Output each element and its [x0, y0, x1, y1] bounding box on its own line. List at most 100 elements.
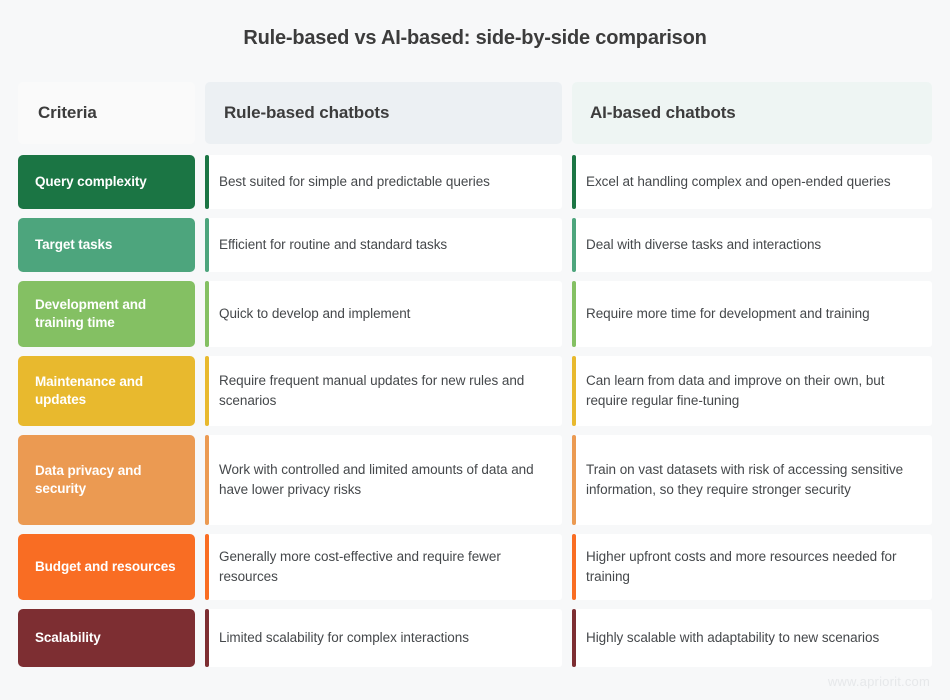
row-accent-bar: [205, 534, 209, 600]
rule-based-text: Quick to develop and implement: [219, 306, 411, 321]
criteria-label: Budget and resources: [18, 534, 195, 600]
column-gap: [195, 218, 205, 272]
rule-based-text: Best suited for simple and predictable q…: [219, 174, 490, 189]
ai-based-cell: Excel at handling complex and open-ended…: [572, 155, 932, 209]
ai-based-text: Require more time for development and tr…: [586, 306, 870, 321]
column-gap: [562, 609, 572, 667]
header-cell-ai-based-wrap: AI-based chatbots: [572, 82, 932, 144]
criteria-label: Development and training time: [18, 281, 195, 347]
ai-based-cell-wrap: Deal with diverse tasks and interactions: [572, 218, 932, 272]
ai-based-cell: Require more time for development and tr…: [572, 281, 932, 347]
row-accent-bar: [205, 218, 209, 272]
column-gap: [195, 356, 205, 426]
column-gap: [562, 534, 572, 600]
rule-based-text: Efficient for routine and standard tasks: [219, 237, 448, 252]
table-header-row: Criteria Rule-based chatbots AI-based ch…: [18, 82, 932, 144]
rule-based-cell: Efficient for routine and standard tasks: [205, 218, 562, 272]
rule-based-cell: Limited scalability for complex interact…: [205, 609, 562, 667]
row-accent-bar: [205, 435, 209, 525]
rule-based-text: Limited scalability for complex interact…: [219, 630, 469, 645]
watermark: www.apriorit.com: [827, 674, 930, 689]
rule-based-cell: Work with controlled and limited amounts…: [205, 435, 562, 525]
table-row: Query complexity Best suited for simple a…: [18, 155, 932, 209]
criteria-cell-wrap: Development and training time: [18, 281, 195, 347]
ai-based-cell: Train on vast datasets with risk of acce…: [572, 435, 932, 525]
row-accent-bar: [205, 281, 209, 347]
ai-based-cell-wrap: Highly scalable with adaptability to new…: [572, 609, 932, 667]
row-accent-bar: [205, 155, 209, 209]
table-row: Scalability Limited scalability for compl…: [18, 609, 932, 667]
column-gap: [562, 218, 572, 272]
header-cell-ai-based: AI-based chatbots: [572, 82, 932, 144]
ai-based-text: Can learn from data and improve on their…: [586, 373, 885, 408]
rule-based-text: Require frequent manual updates for new …: [219, 373, 525, 408]
row-accent-bar: [572, 281, 576, 347]
table-row: Development and training time Quick to de…: [18, 281, 932, 347]
table-body: Query complexity Best suited for simple a…: [18, 155, 932, 667]
ai-based-cell: Higher upfront costs and more resources …: [572, 534, 932, 600]
column-gap: [562, 281, 572, 347]
ai-based-text: Highly scalable with adaptability to new…: [586, 630, 880, 645]
criteria-cell-wrap: Target tasks: [18, 218, 195, 272]
ai-based-text: Excel at handling complex and open-ended…: [586, 174, 891, 189]
criteria-label: Maintenance and updates: [18, 356, 195, 426]
column-gap: [562, 356, 572, 426]
rule-based-cell: Quick to develop and implement: [205, 281, 562, 347]
column-gap: [195, 435, 205, 525]
ai-based-cell-wrap: Train on vast datasets with risk of acce…: [572, 435, 932, 525]
column-gap: [195, 155, 205, 209]
comparison-table: Criteria Rule-based chatbots AI-based ch…: [18, 82, 932, 676]
column-gap: [195, 281, 205, 347]
rule-based-cell-wrap: Efficient for routine and standard tasks: [205, 218, 562, 272]
rule-based-cell-wrap: Best suited for simple and predictable q…: [205, 155, 562, 209]
criteria-cell-wrap: Budget and resources: [18, 534, 195, 600]
rule-based-cell-wrap: Generally more cost-effective and requir…: [205, 534, 562, 600]
rule-based-cell: Best suited for simple and predictable q…: [205, 155, 562, 209]
ai-based-cell: Deal with diverse tasks and interactions: [572, 218, 932, 272]
criteria-label: Query complexity: [18, 155, 195, 209]
rule-based-cell-wrap: Work with controlled and limited amounts…: [205, 435, 562, 525]
ai-based-text: Train on vast datasets with risk of acce…: [586, 462, 904, 497]
header-cell-criteria: Criteria: [18, 82, 195, 144]
ai-based-cell-wrap: Higher upfront costs and more resources …: [572, 534, 932, 600]
ai-based-cell: Highly scalable with adaptability to new…: [572, 609, 932, 667]
criteria-cell-wrap: Query complexity: [18, 155, 195, 209]
ai-based-cell-wrap: Can learn from data and improve on their…: [572, 356, 932, 426]
criteria-cell-wrap: Maintenance and updates: [18, 356, 195, 426]
row-accent-bar: [205, 609, 209, 667]
column-gap: [562, 82, 572, 144]
header-cell-rule-based-wrap: Rule-based chatbots: [205, 82, 562, 144]
page-title: Rule-based vs AI-based: side-by-side com…: [243, 27, 707, 49]
table-row: Target tasks Efficient for routine and st…: [18, 218, 932, 272]
row-accent-bar: [572, 218, 576, 272]
column-gap: [195, 82, 205, 144]
column-gap: [195, 534, 205, 600]
column-gap: [195, 609, 205, 667]
table-row: Data privacy and security Work with contr…: [18, 435, 932, 525]
ai-based-cell-wrap: Require more time for development and tr…: [572, 281, 932, 347]
rule-based-cell-wrap: Quick to develop and implement: [205, 281, 562, 347]
row-accent-bar: [572, 609, 576, 667]
rule-based-text: Work with controlled and limited amounts…: [219, 462, 534, 497]
rule-based-cell-wrap: Limited scalability for complex interact…: [205, 609, 562, 667]
row-accent-bar: [572, 155, 576, 209]
rule-based-cell-wrap: Require frequent manual updates for new …: [205, 356, 562, 426]
criteria-label: Scalability: [18, 609, 195, 667]
column-gap: [562, 155, 572, 209]
criteria-cell-wrap: Scalability: [18, 609, 195, 667]
row-accent-bar: [572, 356, 576, 426]
row-accent-bar: [572, 435, 576, 525]
rule-based-cell: Require frequent manual updates for new …: [205, 356, 562, 426]
table-row: Budget and resources Generally more cost-…: [18, 534, 932, 600]
criteria-label: Data privacy and security: [18, 435, 195, 525]
column-gap: [562, 435, 572, 525]
comparison-table-page: Rule-based vs AI-based: side-by-side com…: [0, 0, 950, 700]
row-accent-bar: [205, 356, 209, 426]
rule-based-cell: Generally more cost-effective and requir…: [205, 534, 562, 600]
header-cell-rule-based: Rule-based chatbots: [205, 82, 562, 144]
ai-based-text: Deal with diverse tasks and interactions: [586, 237, 822, 252]
header-cell-criteria-wrap: Criteria: [18, 82, 195, 144]
criteria-cell-wrap: Data privacy and security: [18, 435, 195, 525]
table-row: Maintenance and updates Require frequent …: [18, 356, 932, 426]
ai-based-cell-wrap: Excel at handling complex and open-ended…: [572, 155, 932, 209]
